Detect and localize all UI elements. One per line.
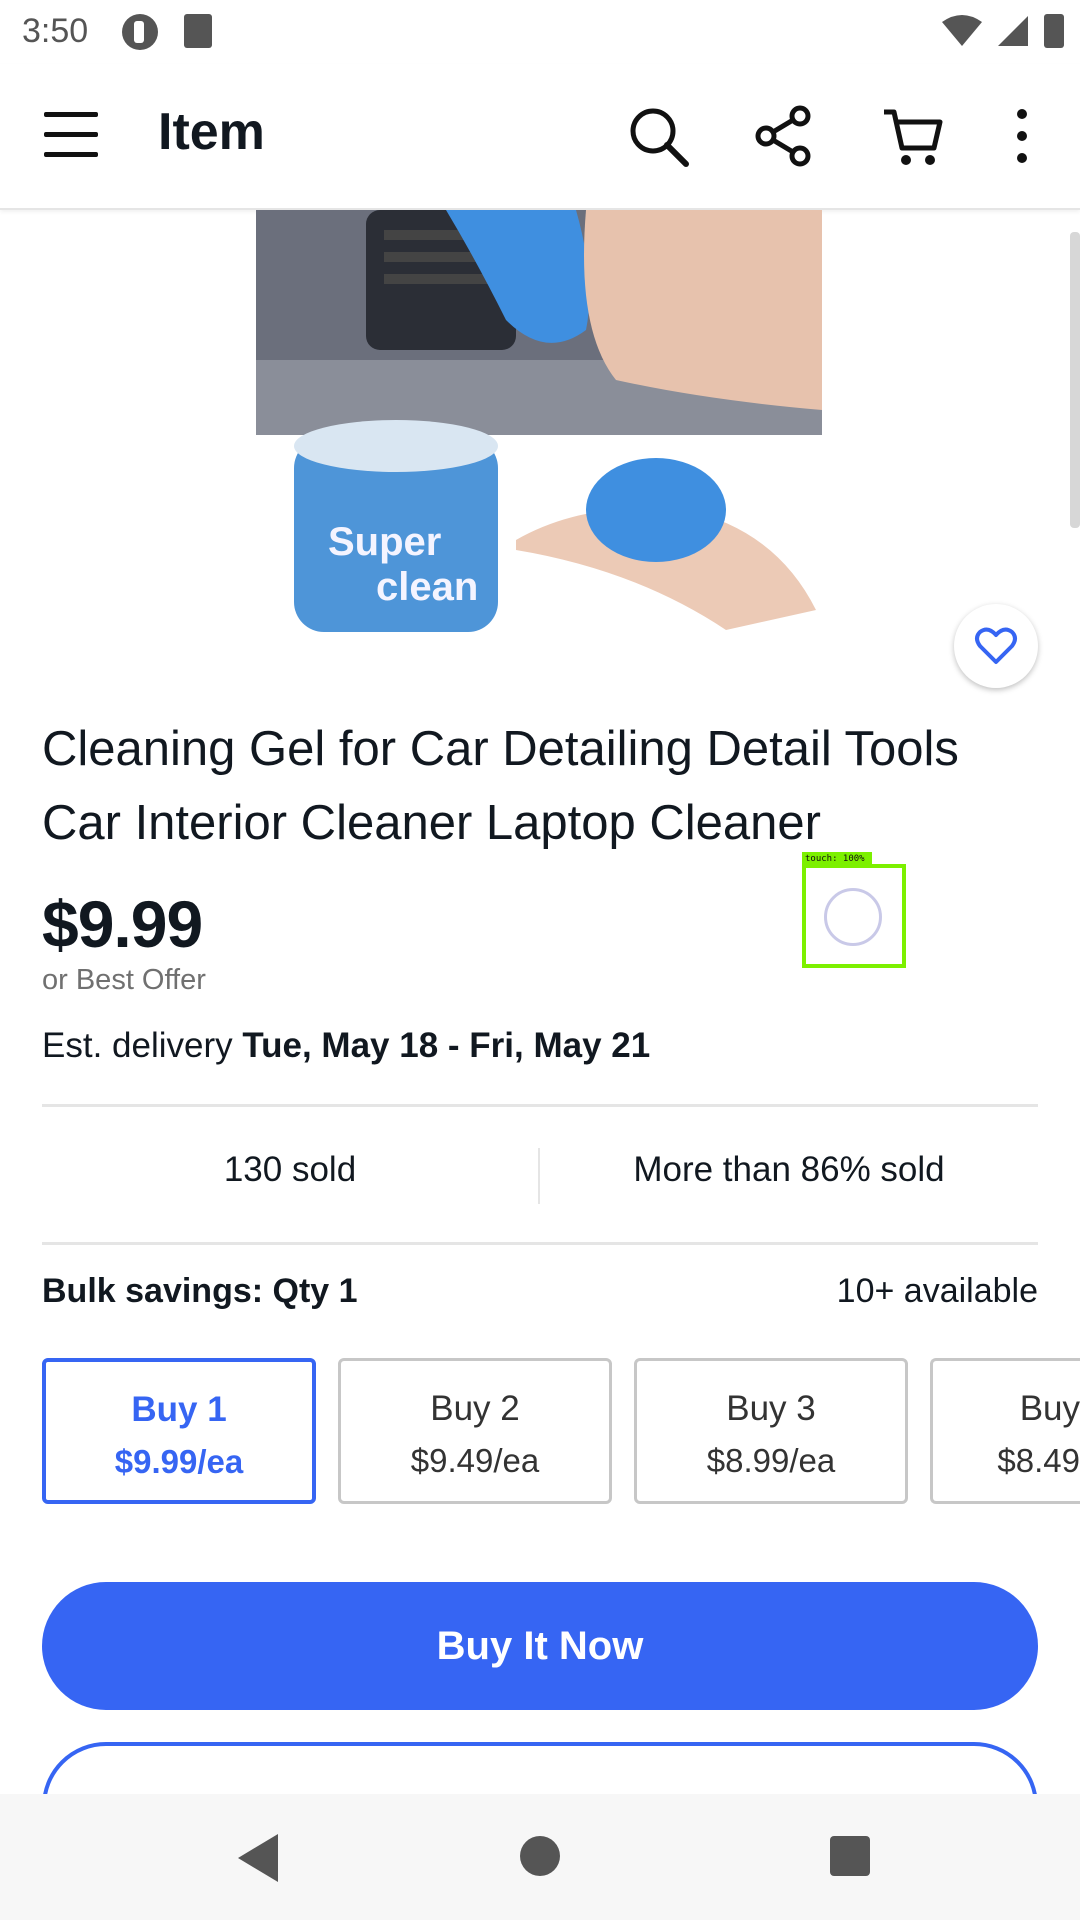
option-price: $9.49/ea: [410, 1442, 540, 1479]
delivery-prefix: Est. delivery: [42, 1026, 243, 1065]
share-icon[interactable]: [752, 104, 816, 168]
menu-icon[interactable]: [44, 110, 100, 160]
option-qty: Buy 2: [430, 1389, 520, 1428]
option-price: $8.49: [997, 1442, 1080, 1479]
buy-4-option[interactable]: Buy $8.49: [930, 1358, 1080, 1504]
buy-2-option[interactable]: Buy 2 $9.49/ea: [338, 1358, 612, 1504]
battery-icon: [1044, 14, 1064, 48]
bulk-quantity-options: Buy 1 $9.99/ea Buy 2 $9.49/ea Buy 3 $8.9…: [42, 1358, 1080, 1504]
option-price: $9.99/ea: [114, 1443, 244, 1480]
touch-indicator-label: touch: 100%: [802, 852, 872, 866]
percent-sold: More than 86% sold: [633, 1150, 945, 1189]
page-title: Item: [158, 103, 265, 161]
home-icon[interactable]: [520, 1836, 560, 1876]
touch-indicator-circle: [824, 888, 882, 946]
delivery-dates: Tue, May 18 - Fri, May 21: [242, 1026, 651, 1065]
status-indicators: [942, 14, 1064, 48]
image-text-line1: Super: [328, 520, 441, 564]
status-time: 3:50: [22, 12, 89, 50]
bulk-savings-label: Bulk savings: Qty 1: [42, 1272, 358, 1310]
watchlist-heart-button[interactable]: [954, 604, 1038, 688]
product-image[interactable]: Super clean: [256, 210, 822, 646]
option-price: $8.99/ea: [706, 1442, 836, 1479]
buy-3-option[interactable]: Buy 3 $8.99/ea: [634, 1358, 908, 1504]
sales-stats: 130 sold More than 86% sold: [42, 1106, 1038, 1242]
status-bar: 3:50: [0, 0, 1080, 64]
recent-apps-icon[interactable]: [830, 1836, 870, 1876]
system-nav-bar: [0, 1794, 1080, 1920]
cart-icon[interactable]: [880, 104, 944, 168]
notification-icon: [122, 14, 158, 50]
back-icon[interactable]: [238, 1834, 278, 1882]
cell-signal-icon: [998, 16, 1028, 46]
sd-card-icon: [184, 14, 212, 48]
estimated-delivery: Est. delivery Tue, May 18 - Fri, May 21: [42, 1026, 650, 1066]
search-icon[interactable]: [626, 104, 690, 168]
available-quantity: 10+ available: [836, 1272, 1038, 1310]
more-options-icon[interactable]: [1000, 104, 1044, 168]
item-title: Cleaning Gel for Car Detailing Detail To…: [42, 722, 959, 850]
divider: [42, 1242, 1038, 1245]
sold-count: 130 sold: [223, 1150, 357, 1189]
option-qty: Buy 3: [726, 1389, 816, 1428]
buy-it-now-button[interactable]: Buy It Now: [42, 1582, 1038, 1710]
product-photo: Super clean: [256, 210, 822, 646]
item-price: $9.99: [42, 887, 203, 961]
option-qty: Buy: [1019, 1389, 1080, 1428]
best-offer-label: or Best Offer: [42, 964, 206, 996]
heart-icon: [975, 627, 1017, 664]
wifi-icon: [942, 15, 982, 46]
app-bar: Item: [0, 64, 1080, 210]
item-screen: 3:50 Item Super clean Cleaning Gel for C…: [0, 0, 1080, 1920]
option-qty: Buy 1: [131, 1390, 227, 1429]
buy-1-option[interactable]: Buy 1 $9.99/ea: [42, 1358, 316, 1504]
image-text-line2: clean: [376, 565, 478, 609]
scrollbar[interactable]: [1070, 232, 1080, 528]
